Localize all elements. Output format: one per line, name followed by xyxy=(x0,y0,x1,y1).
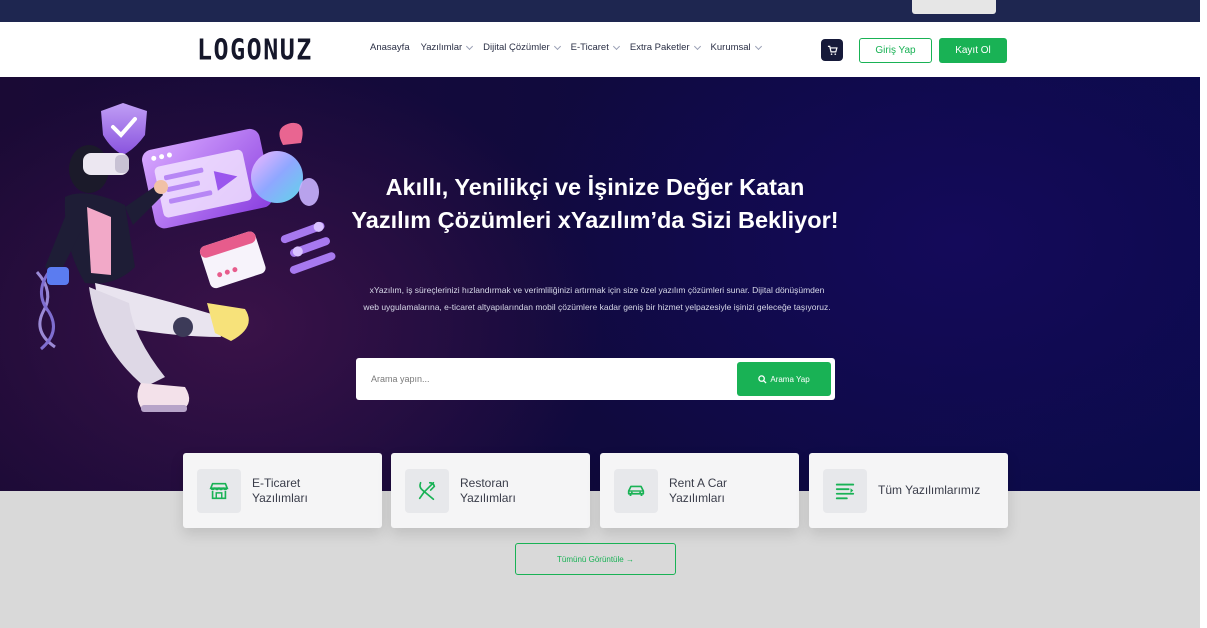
nav-item-label: Extra Paketler xyxy=(629,42,690,53)
search-bar: Arama Yap xyxy=(356,358,835,400)
search-input[interactable] xyxy=(356,358,731,400)
nav-item-kurumsal[interactable]: Kurumsal xyxy=(710,42,762,53)
category-label: Rent A Car Yazılımları xyxy=(669,475,728,505)
list-icon xyxy=(823,468,867,513)
nav-item-label: Dijital Çözümler xyxy=(483,42,550,53)
nav-item-yazilimlar[interactable]: Yazılımlar xyxy=(420,42,474,53)
chevron-down-icon xyxy=(754,42,762,50)
nav-item-anasayfa[interactable]: Anasayfa xyxy=(370,42,410,53)
register-button[interactable]: Kayıt Ol xyxy=(939,38,1007,63)
nav-item-label: E-Ticaret xyxy=(570,42,609,53)
hero-title: Akıllı, Yenilikçi ve İşinize Değer Katan… xyxy=(351,174,839,233)
vr-person-illustration xyxy=(35,103,336,412)
chevron-down-icon xyxy=(553,42,561,50)
chevron-down-icon xyxy=(612,42,620,50)
header-navbar: LOGONUZ Anasayfa Yazılımlar Dijital Çözü… xyxy=(0,22,1200,77)
cart-icon xyxy=(827,45,838,55)
nav-item-dijital-cozumler[interactable]: Dijital Çözümler xyxy=(483,42,561,53)
hero-description: xYazılım, iş süreçlerinizi hızlandırmak … xyxy=(363,285,831,312)
top-announcement-bar xyxy=(0,0,1200,22)
category-label: Restoran Yazılımları xyxy=(460,475,516,505)
nav-item-label: Kurumsal xyxy=(710,42,751,53)
search-button[interactable]: Arama Yap xyxy=(737,362,831,396)
nav-item-label: Yazılımlar xyxy=(420,42,463,53)
category-card-rent-a-car[interactable]: Rent A Car Yazılımları xyxy=(600,453,799,528)
search-button-label: Arama Yap xyxy=(770,374,810,384)
cart-button[interactable] xyxy=(821,39,843,61)
utensils-icon xyxy=(405,468,449,513)
chevron-down-icon xyxy=(466,42,474,50)
main-nav: Anasayfa Yazılımlar Dijital Çözümler E-T… xyxy=(370,42,772,53)
login-button[interactable]: Giriş Yap xyxy=(859,38,932,63)
car-icon xyxy=(614,468,658,513)
view-all-button[interactable]: Tümünü Görüntüle → xyxy=(515,543,676,575)
category-label: Tüm Yazılımlarımız xyxy=(878,483,981,497)
hero-section: Akıllı, Yenilikçi ve İşinize Değer Katan… xyxy=(0,77,1200,491)
store-icon xyxy=(197,468,241,513)
announcement-button[interactable] xyxy=(912,0,996,14)
site-logo[interactable]: LOGONUZ xyxy=(197,33,313,66)
category-cards: E-Ticaret Yazılımları Restoran Yazılımla… xyxy=(183,453,1008,528)
search-icon xyxy=(758,374,767,384)
nav-item-label: Anasayfa xyxy=(370,42,410,53)
nav-item-extra-paketler[interactable]: Extra Paketler xyxy=(629,42,701,53)
category-label: E-Ticaret Yazılımları xyxy=(252,475,308,505)
chevron-down-icon xyxy=(693,42,701,50)
category-card-restoran[interactable]: Restoran Yazılımları xyxy=(391,453,590,528)
category-card-eticaret[interactable]: E-Ticaret Yazılımları xyxy=(183,453,382,528)
nav-item-e-ticaret[interactable]: E-Ticaret xyxy=(570,42,620,53)
category-card-all-software[interactable]: Tüm Yazılımlarımız xyxy=(809,453,1008,528)
scrollbar[interactable] xyxy=(1200,0,1207,628)
